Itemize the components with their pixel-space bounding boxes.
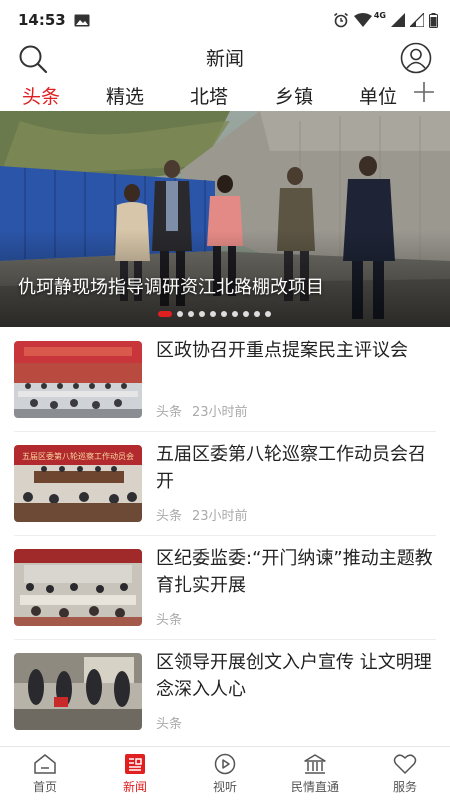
carousel-dot[interactable] xyxy=(243,311,249,317)
add-tab-icon[interactable] xyxy=(412,80,436,104)
battery-icon xyxy=(429,12,438,28)
category-tabs: 头条 精选 北塔 乡镇 单位 xyxy=(0,78,450,112)
news-thumbnail: 五届区委第八轮巡察工作动员会 xyxy=(14,445,142,522)
network-type: 4G xyxy=(373,10,386,20)
tab-xiangzhen[interactable]: 乡镇 xyxy=(275,82,313,109)
news-item[interactable]: 五届区委第八轮巡察工作动员会 五届区委第八轮巡察工作动员会召开 头条 23小时前 xyxy=(14,431,436,535)
thumb-banner-text: 五届区委第八轮巡察工作动员会 xyxy=(22,451,134,461)
nav-services[interactable]: 服务 xyxy=(360,747,450,800)
user-avatar-icon[interactable] xyxy=(400,42,432,74)
carousel-dot[interactable] xyxy=(210,311,216,317)
carousel-dot[interactable] xyxy=(254,311,260,317)
wifi-icon xyxy=(353,13,372,27)
search-icon[interactable] xyxy=(18,44,48,74)
status-time: 14:53 xyxy=(18,11,66,29)
carousel-dot[interactable] xyxy=(232,311,238,317)
tab-toutiao[interactable]: 头条 xyxy=(22,82,60,109)
news-source: 头条 xyxy=(156,509,183,524)
home-icon xyxy=(34,754,56,774)
gallery-icon xyxy=(74,14,90,26)
news-time: 23小时前 xyxy=(192,405,248,420)
tab-beita[interactable]: 北塔 xyxy=(190,82,228,109)
nav-news[interactable]: 新闻 xyxy=(90,747,180,800)
news-meta: 头条 23小时前 xyxy=(156,401,248,420)
news-icon xyxy=(125,754,145,774)
news-time: 23小时前 xyxy=(192,509,248,524)
play-icon xyxy=(214,753,236,775)
tab-jingxuan[interactable]: 精选 xyxy=(106,82,144,109)
heart-icon xyxy=(393,754,417,774)
building-icon xyxy=(304,754,326,774)
news-item[interactable]: 区领导开展创文入户宣传 让文明理念深入人心 头条 xyxy=(14,639,436,743)
news-thumbnail xyxy=(14,341,142,418)
carousel-dot[interactable] xyxy=(188,311,194,317)
news-thumbnail xyxy=(14,653,142,730)
carousel-dot[interactable] xyxy=(265,311,271,317)
news-title: 区政协召开重点提案民主评议会 xyxy=(156,340,408,361)
carousel-indicator xyxy=(158,311,271,317)
signal-weak-icon xyxy=(410,13,424,27)
signal-icon xyxy=(391,13,405,27)
status-bar: 14:53 4G xyxy=(0,0,450,40)
nav-home[interactable]: 首页 xyxy=(0,747,90,800)
nav-home-label: 首页 xyxy=(32,780,57,794)
news-meta: 头条 xyxy=(156,713,182,732)
news-item[interactable]: 区政协召开重点提案民主评议会 头条 23小时前 xyxy=(14,327,436,431)
alarm-icon xyxy=(333,12,348,28)
nav-services-label: 服务 xyxy=(392,780,417,794)
tab-danwei[interactable]: 单位 xyxy=(359,82,397,109)
news-title: 区领导开展创文入户宣传 让文明理念深入人心 xyxy=(156,652,432,700)
page-title: 新闻 xyxy=(205,47,244,70)
news-thumbnail xyxy=(14,549,142,626)
nav-public-opinion[interactable]: 民情直通 xyxy=(270,747,360,800)
news-title: 五届区委第八轮巡察工作动员会召开 xyxy=(156,444,426,492)
carousel-dot-active[interactable] xyxy=(158,311,172,317)
hero-banner[interactable]: 仇珂静现场指导调研资江北路棚改项目 xyxy=(0,111,450,327)
bottom-navigation: 首页 新闻 视听 民情直通 服务 xyxy=(0,746,450,800)
carousel-dot[interactable] xyxy=(199,311,205,317)
app-header: 新闻 xyxy=(0,40,450,74)
news-source: 头条 xyxy=(156,613,183,628)
carousel-dot[interactable] xyxy=(221,311,227,317)
news-meta: 头条 xyxy=(156,609,182,628)
news-source: 头条 xyxy=(156,717,183,732)
news-meta: 头条 23小时前 xyxy=(156,505,248,524)
nav-audiovisual[interactable]: 视听 xyxy=(180,747,270,800)
news-item[interactable]: 区纪委监委:“开门纳谏”推动主题教育扎实开展 头条 xyxy=(14,535,436,639)
nav-audiovisual-label: 视听 xyxy=(212,780,237,794)
nav-news-label: 新闻 xyxy=(122,780,147,794)
hero-caption: 仇珂静现场指导调研资江北路棚改项目 xyxy=(18,277,324,298)
carousel-dot[interactable] xyxy=(177,311,183,317)
news-title: 区纪委监委:“开门纳谏”推动主题教育扎实开展 xyxy=(156,548,433,596)
nav-public-opinion-label: 民情直通 xyxy=(290,780,339,794)
news-source: 头条 xyxy=(156,405,183,420)
